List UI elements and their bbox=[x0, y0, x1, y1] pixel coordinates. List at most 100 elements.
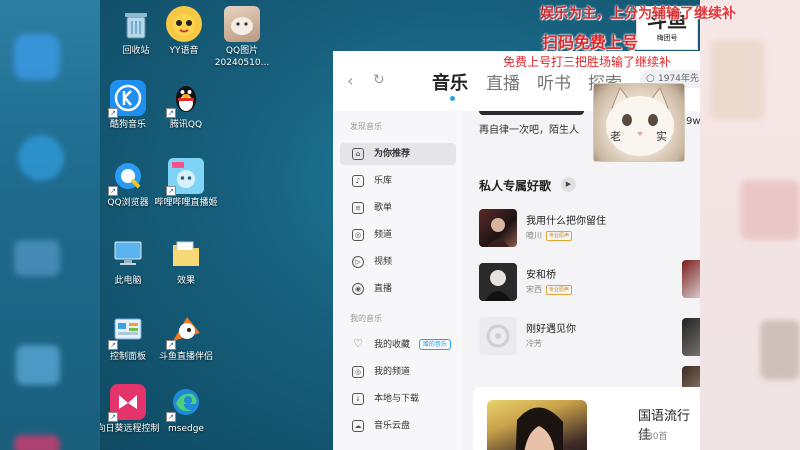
previous-card-edge bbox=[479, 111, 584, 115]
playlist-count: 共30首 bbox=[638, 432, 668, 442]
overlay-banner-line-3: 免费上号打三把胜场输了继续补 bbox=[503, 55, 672, 69]
sidebar-item-playlists[interactable]: ≡ 歌单 bbox=[340, 197, 456, 219]
desktop-icon-label: 哔哩哔哩直播姬 bbox=[154, 198, 218, 208]
sidebar-item-label: 本地与下载 bbox=[374, 394, 420, 404]
kugou-music-icon: ↗ bbox=[108, 80, 146, 118]
sidebar-item-live[interactable]: ◉ 直播 bbox=[340, 278, 456, 300]
list-item[interactable]: 我用什么把你留住 喳川 专业原声 bbox=[479, 209, 679, 259]
channel-icon: ◎ bbox=[352, 366, 364, 378]
sidebar-item-label: 我的频道 bbox=[374, 367, 411, 377]
sidebar-section-my-music: 我的音乐 bbox=[350, 314, 382, 323]
refresh-icon[interactable]: ↻ bbox=[373, 72, 385, 88]
stamp-sub-text: 嗨团号 bbox=[656, 34, 678, 42]
folder-icon bbox=[168, 236, 204, 272]
desktop-icon-msedge[interactable]: ↗ msedge bbox=[150, 384, 222, 435]
active-tab-indicator bbox=[450, 96, 455, 101]
desktop-icon-label: QQ图片 20240510... bbox=[214, 46, 270, 68]
section-title-private-songs: 私人专属好歌 bbox=[479, 179, 552, 193]
sidebar-item-recommend[interactable]: ⌂ 为你推荐 bbox=[340, 143, 456, 165]
song-artist: 宋西 专业原声 bbox=[526, 284, 573, 295]
yy-voice-icon bbox=[166, 6, 202, 42]
desktop-icon-bilibili-live[interactable]: ↗ 哔哩哔哩直播姬 bbox=[150, 158, 222, 209]
list-item[interactable]: 刚好遇见你 冷芳 bbox=[479, 317, 679, 367]
overlay-banner-line-1: 娱乐为主，上分为辅输了继续补 bbox=[540, 6, 736, 22]
edge-icon: ↗ bbox=[166, 384, 204, 422]
song-cover bbox=[479, 263, 517, 301]
playlist-icon: ≡ bbox=[352, 202, 364, 214]
sunlogin-icon: ↗ bbox=[108, 384, 146, 422]
home-icon: ⌂ bbox=[352, 148, 364, 160]
sidebar-item-label: 频道 bbox=[374, 230, 393, 240]
back-icon[interactable]: ‹ bbox=[347, 71, 353, 90]
sidebar-item-local-downloads[interactable]: ↓ 本地与下载 bbox=[340, 388, 456, 410]
player-sidebar: 发现音乐 ⌂ 为你推荐 ♪ 乐库 ≡ 歌单 ◎ 频道 ▷ 视频 ◉ 直播 我的音… bbox=[333, 111, 463, 450]
desktop-icon-label: 腾讯QQ bbox=[169, 120, 203, 130]
sidebar-item-label: 为你推荐 bbox=[374, 149, 411, 159]
blurred-left-panel bbox=[0, 0, 100, 450]
sidebar-item-video[interactable]: ▷ 视频 bbox=[340, 251, 456, 273]
playlist-cover bbox=[487, 400, 587, 450]
list-item[interactable]: 安和桥 宋西 专业原声 bbox=[479, 263, 679, 313]
tab-music[interactable]: 音乐 bbox=[432, 69, 468, 95]
artist-name: 宋西 bbox=[526, 285, 542, 294]
sidebar-item-label: 我的收藏 bbox=[374, 340, 411, 350]
download-icon: ↓ bbox=[352, 393, 364, 405]
tab-audiobooks[interactable]: 听书 bbox=[537, 69, 571, 94]
song-cover bbox=[479, 209, 517, 247]
song-title: 安和桥 bbox=[526, 270, 556, 281]
control-panel-icon: ↗ bbox=[108, 312, 146, 350]
song-cover bbox=[479, 317, 517, 355]
cloud-drive-icon: ☁ bbox=[352, 420, 364, 432]
sidebar-item-label: 直播 bbox=[374, 284, 393, 294]
tab-live[interactable]: 直播 bbox=[486, 69, 520, 94]
desktop-icon-label: msedge bbox=[168, 424, 204, 434]
desktop-icon-qq[interactable]: ↗ 腾讯QQ bbox=[150, 80, 222, 131]
next-column-cover[interactable] bbox=[682, 260, 700, 298]
desktop-icon-douyu[interactable]: ↗ 斗鱼直播伴侣 bbox=[150, 312, 222, 363]
sidebar-item-my-channels[interactable]: ◎ 我的频道 bbox=[340, 361, 456, 383]
desktop-icon-effects[interactable]: 效果 bbox=[150, 236, 222, 287]
sidebar-item-library[interactable]: ♪ 乐库 bbox=[340, 170, 456, 192]
live-icon: ◉ bbox=[352, 283, 364, 295]
bilibili-live-icon: ↗ bbox=[166, 158, 204, 196]
song-title: 刚好遇见你 bbox=[526, 324, 576, 335]
sidebar-item-label: 歌单 bbox=[374, 203, 393, 213]
heart-icon: ♡ bbox=[353, 337, 363, 350]
qq-penguin-icon: ↗ bbox=[166, 80, 204, 118]
desktop-icon-qq-photo[interactable]: QQ图片 20240510... bbox=[206, 6, 278, 69]
desktop-icon-label: 斗鱼直播伴侣 bbox=[158, 352, 213, 362]
sidebar-item-cloud-drive[interactable]: ☁ 音乐云盘 bbox=[340, 415, 456, 437]
featured-playlist-card[interactable]: 国语流行佳 共30首 bbox=[473, 387, 700, 450]
song-quality-tag: 专业原声 bbox=[546, 230, 573, 241]
song-title: 我用什么把你留住 bbox=[526, 216, 606, 227]
previous-card-caption[interactable]: 再自律一次吧，陌生人 bbox=[479, 121, 579, 136]
song-artist: 冷芳 bbox=[526, 338, 542, 349]
blurred-right-panel bbox=[700, 0, 800, 450]
radio-icon: ◎ bbox=[352, 229, 364, 241]
song-list: 我用什么把你留住 喳川 专业原声 安和桥 宋西 专业原声 刚好遇见你 冷芳 bbox=[479, 209, 679, 371]
next-column-cover[interactable] bbox=[682, 318, 700, 356]
cat-sticker-popup: 老 实 bbox=[593, 83, 685, 162]
desktop-icon-label: 效果 bbox=[176, 276, 195, 286]
sidebar-item-favorites[interactable]: ♡ 我的收藏 赠的音乐 bbox=[340, 334, 456, 356]
sidebar-section-discover: 发现音乐 bbox=[350, 122, 382, 131]
play-all-icon[interactable]: ▶ bbox=[561, 177, 576, 192]
favorites-badge: 赠的音乐 bbox=[418, 339, 451, 350]
artist-name: 冷芳 bbox=[526, 339, 542, 348]
sidebar-item-label: 视频 bbox=[374, 257, 393, 267]
music-library-icon: ♪ bbox=[352, 175, 364, 187]
sidebar-item-label: 乐库 bbox=[374, 176, 393, 186]
song-quality-tag: 专业原声 bbox=[546, 284, 573, 295]
cat-face-icon bbox=[606, 86, 674, 156]
qq-photo-icon bbox=[224, 6, 260, 42]
artist-name: 喳川 bbox=[526, 231, 542, 240]
video-icon: ▷ bbox=[352, 256, 364, 268]
qq-browser-icon: ↗ bbox=[108, 158, 146, 196]
peek-text: 9w bbox=[686, 116, 701, 127]
song-artist: 喳川 专业原声 bbox=[526, 230, 573, 241]
sidebar-item-channels[interactable]: ◎ 频道 bbox=[340, 224, 456, 246]
popup-text-left: 老 bbox=[610, 130, 621, 143]
popup-text-right: 实 bbox=[656, 130, 667, 143]
this-pc-icon bbox=[110, 236, 146, 272]
overlay-banner-line-2: 扫码免费上号 bbox=[542, 33, 639, 52]
